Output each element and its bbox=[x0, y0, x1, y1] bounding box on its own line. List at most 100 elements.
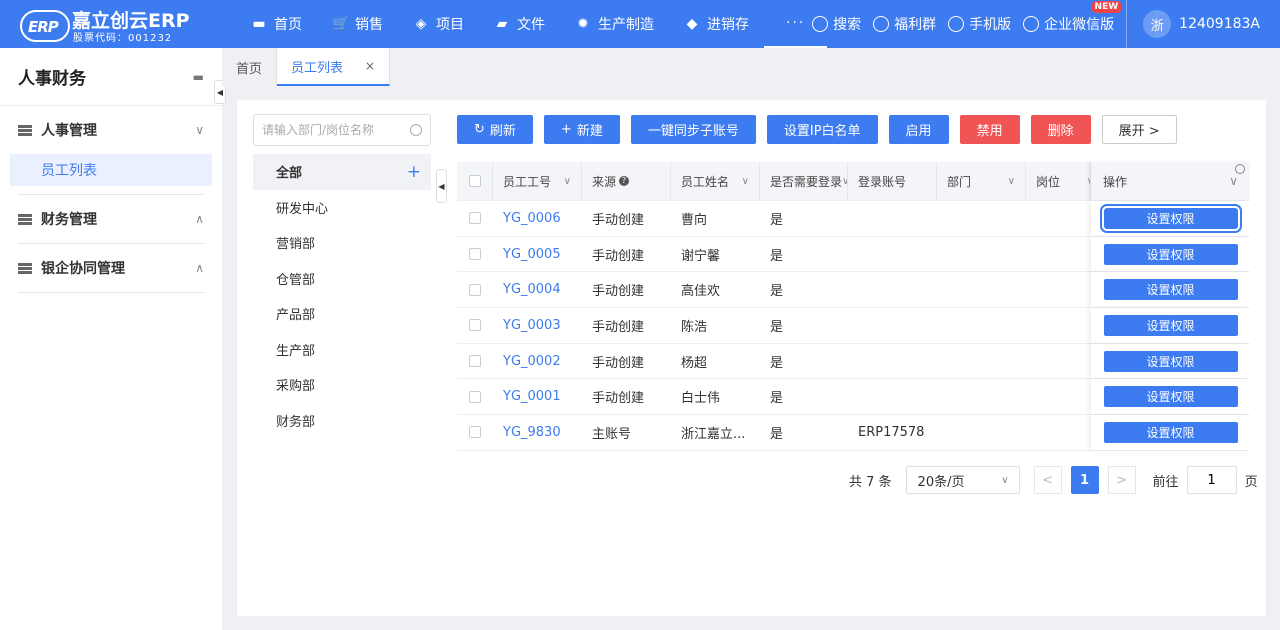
header-department[interactable]: 部门 ∨ bbox=[937, 162, 1026, 200]
checkbox[interactable] bbox=[469, 212, 481, 225]
brand-logo[interactable]: ERP 嘉立创云ERP 股票代码：001232 bbox=[20, 6, 190, 44]
table-row[interactable]: YG_0006 手动创建 曹向 是 设置权限 bbox=[457, 201, 1250, 237]
table-row[interactable]: YG_0002 手动创建 杨超 是 设置权限 bbox=[457, 343, 1250, 380]
tool-chat-group[interactable]: 福利群 bbox=[873, 14, 936, 34]
row-select[interactable] bbox=[457, 379, 493, 414]
employee-id-link[interactable]: YG_9830 bbox=[493, 415, 582, 450]
employee-id-link[interactable]: YG_0006 bbox=[493, 201, 582, 236]
help-icon[interactable]: ? bbox=[619, 176, 630, 186]
table-row[interactable]: YG_0003 手动创建 陈浩 是 设置权限 bbox=[457, 308, 1250, 344]
goto-page-input[interactable] bbox=[1186, 466, 1237, 494]
nav-item-folder[interactable]: ▰ 文件 bbox=[479, 0, 560, 48]
sidebar-group-header[interactable]: 财务管理 ∧ bbox=[18, 195, 204, 243]
row-select[interactable] bbox=[457, 415, 493, 450]
checkbox[interactable] bbox=[469, 283, 481, 296]
page-size-select[interactable]: 20条/页 ∨ bbox=[905, 466, 1020, 494]
chat-group-icon bbox=[873, 16, 890, 32]
user-menu[interactable]: 浙 12409183A bbox=[1126, 0, 1260, 48]
nav-item-layers[interactable]: ◈ 项目 bbox=[398, 0, 479, 48]
set-permission-button[interactable]: 设置权限 bbox=[1103, 279, 1238, 301]
tree-item[interactable]: 采购部 bbox=[253, 367, 431, 403]
header-select-all[interactable] bbox=[457, 162, 493, 200]
tree-item[interactable]: 产品部 bbox=[253, 296, 431, 332]
table-row[interactable]: YG_9830 主账号 浙江嘉立... 是 ERP17578 设置权限 bbox=[457, 415, 1250, 451]
sidebar-item-employee-list[interactable]: 员工列表 bbox=[10, 154, 212, 186]
checkbox[interactable] bbox=[469, 355, 481, 368]
header-need-login[interactable]: 是否需要登录∨ bbox=[760, 162, 848, 200]
row-select[interactable] bbox=[457, 308, 493, 343]
tool-search[interactable]: 搜索 bbox=[812, 14, 861, 34]
table-row[interactable]: YG_0001 手动创建 白士伟 是 设置权限 bbox=[457, 379, 1250, 416]
tool-mobile[interactable]: 手机版 bbox=[948, 14, 1011, 34]
cell-department bbox=[937, 201, 1026, 236]
header-employee-id[interactable]: 员工工号 ∨ bbox=[493, 162, 582, 200]
nav-item-monitor[interactable]: ▬ 首页 bbox=[236, 0, 317, 48]
header-source: 来源? bbox=[582, 162, 671, 200]
set-permission-button[interactable]: 设置权限 bbox=[1103, 386, 1238, 408]
close-icon[interactable]: × bbox=[365, 59, 375, 73]
sidebar-group: 人事管理 ∨ 员工列表 bbox=[10, 106, 212, 195]
sidebar-group-header[interactable]: 人事管理 ∨ bbox=[18, 106, 204, 154]
row-select[interactable] bbox=[457, 201, 493, 236]
search-icon[interactable] bbox=[410, 124, 422, 136]
add-icon[interactable]: + bbox=[407, 162, 421, 182]
header-label: 操作 bbox=[1103, 174, 1128, 189]
header-employee-name[interactable]: 员工姓名 ∨ bbox=[671, 162, 760, 200]
header-position[interactable]: 岗位∨ bbox=[1026, 162, 1091, 200]
next-page-button[interactable]: > bbox=[1107, 466, 1136, 494]
cell-name: 陈浩 bbox=[681, 319, 708, 335]
refresh-button[interactable]: ↻ 刷新 bbox=[457, 115, 533, 144]
nav-item-gear[interactable]: ✹ 生产制造 bbox=[560, 0, 669, 48]
tree-item[interactable]: 全部 + bbox=[253, 154, 431, 190]
set-permission-button[interactable]: 设置权限 bbox=[1099, 203, 1242, 233]
nav-item-cube[interactable]: ◆ 进销存 bbox=[669, 0, 764, 48]
chevron-down-icon[interactable]: ∨ bbox=[564, 176, 571, 187]
row-select[interactable] bbox=[457, 344, 493, 379]
tree-item[interactable]: 营销部 bbox=[253, 225, 431, 261]
enable-button[interactable]: 启用 bbox=[888, 115, 949, 144]
ip-whitelist-button[interactable]: 设置IP白名单 bbox=[766, 115, 878, 144]
chevron-down-icon[interactable]: ∨ bbox=[1229, 174, 1238, 188]
row-select[interactable] bbox=[457, 272, 493, 307]
tool-wecom[interactable]: 企业微信版 NEW bbox=[1023, 1, 1123, 34]
set-permission-button[interactable]: 设置权限 bbox=[1103, 421, 1238, 443]
sync-subaccount-button[interactable]: 一键同步子账号 bbox=[630, 115, 756, 144]
employee-id-link[interactable]: YG_0003 bbox=[493, 308, 582, 343]
tree-collapse-icon[interactable]: ◀ bbox=[436, 169, 447, 203]
employee-id-link[interactable]: YG_0001 bbox=[493, 379, 582, 414]
tab-employee-list[interactable]: 员工列表 × bbox=[277, 48, 391, 86]
cell-need-login: 是 bbox=[770, 212, 784, 228]
delete-button[interactable]: 删除 bbox=[1030, 115, 1091, 144]
set-permission-button[interactable]: 设置权限 bbox=[1103, 243, 1238, 265]
nav-item-cart[interactable]: 🛒 销售 bbox=[317, 0, 398, 48]
checkbox[interactable] bbox=[469, 175, 481, 187]
prev-page-button[interactable]: < bbox=[1033, 466, 1062, 494]
set-permission-button[interactable]: 设置权限 bbox=[1103, 350, 1238, 372]
checkbox[interactable] bbox=[469, 390, 481, 403]
tree-item[interactable]: 仓管部 bbox=[253, 261, 431, 297]
tree-item[interactable]: 研发中心 bbox=[253, 190, 431, 226]
checkbox[interactable] bbox=[469, 426, 481, 439]
employee-id-link[interactable]: YG_0002 bbox=[493, 344, 582, 379]
checkbox[interactable] bbox=[469, 319, 481, 332]
tree-item[interactable]: 财务部 bbox=[253, 403, 431, 439]
tree-item[interactable]: 生产部 bbox=[253, 332, 431, 368]
settings-gear-icon[interactable] bbox=[1235, 164, 1245, 174]
table-row[interactable]: YG_0005 手动创建 谢宁馨 是 设置权限 bbox=[457, 236, 1250, 273]
table-row[interactable]: YG_0004 手动创建 高佳欢 是 设置权限 bbox=[457, 272, 1250, 309]
chevron-down-icon[interactable]: ∨ bbox=[742, 176, 749, 187]
employee-id-link[interactable]: YG_0004 bbox=[493, 272, 582, 307]
disable-button[interactable]: 禁用 bbox=[959, 115, 1020, 144]
current-page-button[interactable]: 1 bbox=[1070, 466, 1099, 494]
sidebar-group-header[interactable]: 银企协同管理 ∧ bbox=[18, 244, 204, 292]
employee-id-link[interactable]: YG_0005 bbox=[493, 237, 582, 272]
chevron-down-icon[interactable]: ∨ bbox=[1008, 176, 1015, 187]
row-select[interactable] bbox=[457, 237, 493, 272]
dept-search-input[interactable] bbox=[262, 123, 410, 137]
new-button[interactable]: + 新建 bbox=[543, 115, 620, 144]
monitor-icon[interactable]: ▬ bbox=[193, 70, 204, 84]
expand-button[interactable]: 展开 > bbox=[1101, 115, 1177, 144]
tab-home[interactable]: 首页 bbox=[222, 48, 278, 86]
checkbox[interactable] bbox=[469, 248, 481, 261]
set-permission-button[interactable]: 设置权限 bbox=[1103, 314, 1238, 336]
